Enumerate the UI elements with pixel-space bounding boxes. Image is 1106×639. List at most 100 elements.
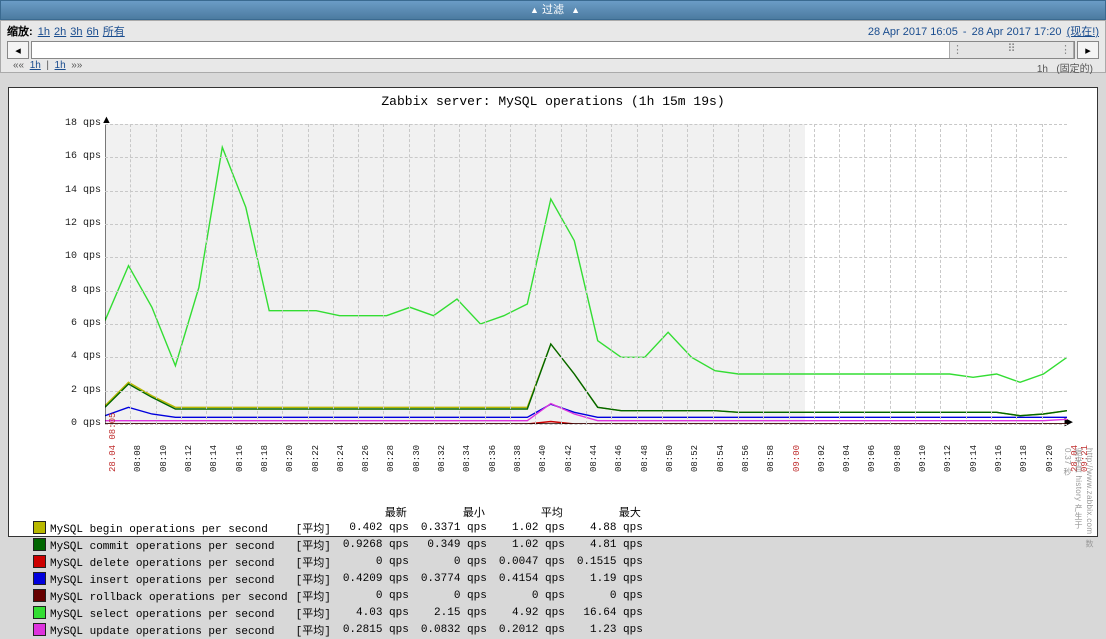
thumb-grip-right-icon: ⋮ <box>1060 43 1071 56</box>
legend-min: 0.3774 qps <box>417 571 495 588</box>
legend-name: MySQL select operations per second <box>50 609 274 621</box>
x-tick: 08:42 <box>564 445 574 472</box>
legend-row: MySQL commit operations per second[平均]0.… <box>33 537 651 554</box>
legend-latest: 0 qps <box>339 588 417 605</box>
x-tick: 08:26 <box>361 445 371 472</box>
x-tick: 08:16 <box>235 445 245 472</box>
legend-avg: 0.0047 qps <box>495 554 573 571</box>
x-tick: 09:06 <box>867 445 877 472</box>
x-tick: 09:02 <box>817 445 827 472</box>
zoom-2h[interactable]: 2h <box>54 26 66 38</box>
legend-name: MySQL rollback operations per second <box>50 592 288 604</box>
thumb-grip-mid-icon: ⠿ <box>1007 42 1015 55</box>
zoom-3h[interactable]: 3h <box>70 26 82 38</box>
zoom-6h[interactable]: 6h <box>86 26 98 38</box>
legend-max: 0.1515 qps <box>573 554 651 571</box>
legend-max: 4.81 qps <box>573 537 651 554</box>
x-tick: 08:34 <box>462 445 472 472</box>
range-from[interactable]: 28 Apr 2017 16:05 <box>868 26 958 38</box>
chevron-left-icon: ◂ <box>15 44 21 57</box>
x-tick: 08:56 <box>741 445 751 472</box>
x-tick: 08:44 <box>589 445 599 472</box>
scroll-right-button[interactable]: ▸ <box>1077 41 1099 59</box>
zoom-1h[interactable]: 1h <box>38 26 50 38</box>
x-tick: 08:12 <box>184 445 194 472</box>
x-tick: 09:14 <box>969 445 979 472</box>
y-tick: 14 qps <box>53 185 101 196</box>
x-tick: 08:18 <box>260 445 270 472</box>
nav-quick-row: «« 1h | 1h »» 1h (固定的) <box>7 59 1099 72</box>
legend-swatch <box>33 521 46 534</box>
legend-latest: 0.402 qps <box>339 520 417 537</box>
x-tick: 08:54 <box>716 445 726 472</box>
filter-title: 过滤 <box>542 4 564 16</box>
legend-swatch <box>33 623 46 636</box>
range-sep: - <box>963 26 967 38</box>
x-tick: 09:20 <box>1045 445 1055 472</box>
legend-h-latest: 最新 <box>339 504 417 520</box>
range-to[interactable]: 28 Apr 2017 17:20 <box>972 26 1062 38</box>
x-tick: 09:00 <box>792 445 802 472</box>
y-tick: 8 qps <box>53 285 101 296</box>
time-scrollbar[interactable]: ⋮ ⠿ ⋮ <box>31 41 1075 59</box>
time-controls: 缩放: 1h 2h 3h 6h 所有 28 Apr 2017 16:05 - 28 Ap… <box>0 20 1106 73</box>
legend-avg: 0 qps <box>495 588 573 605</box>
x-tick: 08:14 <box>209 445 219 472</box>
legend-min: 0.0832 qps <box>417 622 495 639</box>
x-tick: 08:30 <box>412 445 422 472</box>
legend-h-min: 最小 <box>417 504 495 520</box>
y-tick: 4 qps <box>53 351 101 362</box>
legend-latest: 0.2815 qps <box>339 622 417 639</box>
x-tick: 08:50 <box>665 445 675 472</box>
graph-footer-note: http://www.zabbix.com 数据来自 history 产生于 0… <box>1062 448 1095 548</box>
legend-max: 1.23 qps <box>573 622 651 639</box>
nav-fwd-1h[interactable]: 1h <box>55 60 66 71</box>
legend-name: MySQL commit operations per second <box>50 541 274 553</box>
legend-min: 2.15 qps <box>417 605 495 622</box>
legend-agg: [平均] <box>296 622 339 639</box>
legend-avg: 1.02 qps <box>495 537 573 554</box>
nav-next-all[interactable]: »» <box>71 60 82 71</box>
y-tick: 10 qps <box>53 251 101 262</box>
legend-min: 0 qps <box>417 588 495 605</box>
y-tick: 0 qps <box>53 418 101 429</box>
legend-row: MySQL insert operations per second[平均]0.… <box>33 571 651 588</box>
legend-name: MySQL delete operations per second <box>50 558 274 570</box>
x-tick: 09:16 <box>994 445 1004 472</box>
legend-agg: [平均] <box>296 588 339 605</box>
legend-latest: 4.03 qps <box>339 605 417 622</box>
x-tick: 09:08 <box>893 445 903 472</box>
x-tick: 08:08 <box>133 445 143 472</box>
zoom-label: 缩放: <box>7 26 33 38</box>
legend-name: MySQL update operations per second <box>50 626 274 638</box>
legend: 最新 最小 平均 最大 MySQL begin operations per s… <box>33 504 1085 639</box>
legend-agg: [平均] <box>296 537 339 554</box>
graph-title: Zabbix server: MySQL operations (1h 15m … <box>9 88 1097 109</box>
y-tick: 18 qps <box>53 118 101 129</box>
x-tick: 08:24 <box>336 445 346 472</box>
filter-up-icon: ▲ <box>530 5 539 15</box>
legend-swatch <box>33 572 46 585</box>
x-tick: 08:28 <box>386 445 396 472</box>
nav-prev-all[interactable]: «« <box>13 60 24 71</box>
x-tick: 09:04 <box>842 445 852 472</box>
legend-name: MySQL insert operations per second <box>50 575 274 587</box>
zoom-所有[interactable]: 所有 <box>103 26 125 38</box>
nav-back-1h[interactable]: 1h <box>30 60 41 71</box>
plot-area[interactable]: ▲ ▶ 0 qps2 qps4 qps6 qps8 qps10 qps12 qp… <box>105 124 1067 424</box>
filter-bar[interactable]: ▲ 过滤 ▲ <box>0 0 1106 20</box>
legend-row: MySQL select operations per second[平均]4.… <box>33 605 651 622</box>
scroll-left-button[interactable]: ◂ <box>7 41 29 59</box>
legend-h-avg: 平均 <box>495 504 573 520</box>
x-tick: 09:10 <box>918 445 928 472</box>
legend-max: 16.64 qps <box>573 605 651 622</box>
time-scrollbar-thumb[interactable]: ⋮ ⠿ ⋮ <box>949 42 1074 58</box>
legend-latest: 0 qps <box>339 554 417 571</box>
x-tick: 28.04 08:05 <box>108 413 118 472</box>
legend-min: 0.349 qps <box>417 537 495 554</box>
range-now[interactable]: (现在!) <box>1067 26 1099 38</box>
legend-latest: 0.9268 qps <box>339 537 417 554</box>
thumb-grip-left-icon: ⋮ <box>952 43 963 56</box>
legend-row: MySQL delete operations per second[平均]0 … <box>33 554 651 571</box>
y-tick: 6 qps <box>53 318 101 329</box>
